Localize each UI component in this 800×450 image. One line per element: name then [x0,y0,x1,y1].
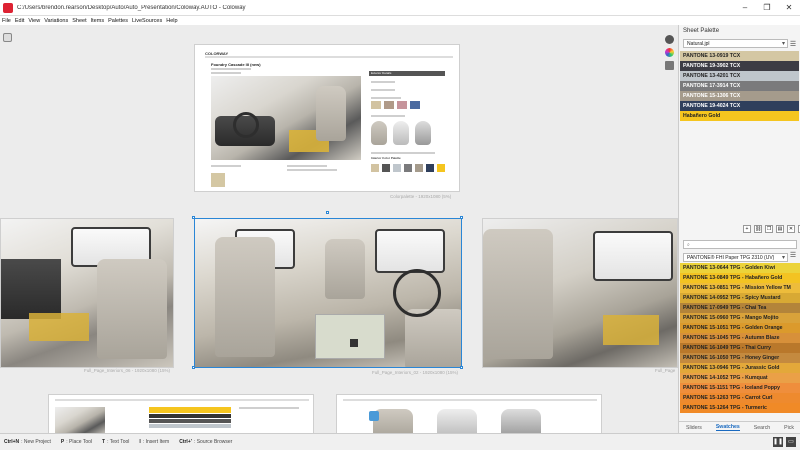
title-bar: C:/Users/brendon.rearson/Desktop/Auto/Au… [0,0,800,16]
layers-icon[interactable] [3,33,12,42]
sheet-color-item[interactable]: PANTONE 13-4201 TCX [680,71,799,81]
library-color-item[interactable]: PANTONE 15-1051 TPG - Golden Orange [680,323,800,333]
page-heading: Foundry Cascade III (new) [211,62,261,67]
shortcut-desc: : Source Browser [193,439,233,445]
menu-help[interactable]: Help [164,18,179,24]
present-icon[interactable]: ▭ [786,437,796,447]
library-color-item[interactable]: PANTONE 14-0952 TPG - Spicy Mustard [680,293,800,303]
resize-handle-tr[interactable] [460,216,463,219]
library-color-item[interactable]: PANTONE 17-0949 TPG - Chai Tea [680,303,800,313]
sheet-palette-panel: Sheet Palette Natural.jpl ☰ PANTONE 13-0… [678,25,800,433]
library-color-item[interactable]: PANTONE 15-1151 TPG - Iceland Poppy [680,383,800,393]
section-exterior-details: Exterior Details [371,71,392,75]
maximize-button[interactable]: ❐ [756,3,778,12]
spec-table-page[interactable] [48,394,314,433]
left-page-caption: Full_Page_Interiors_06 - 1920x1080 (15%) [84,368,171,373]
shortcut-key: I [139,439,141,445]
right-page-caption: Full_Page [655,368,676,373]
shortcut-key: P [60,439,65,445]
left-rail [0,25,14,433]
resize-handle-bl[interactable] [192,366,195,369]
library-color-item[interactable]: PANTONE 13-0946 TPG - Jurassic Gold [680,363,800,373]
library-search-input[interactable]: ⌕ [683,240,797,249]
resize-handle-tl[interactable] [192,216,195,219]
sheet-color-item[interactable]: PANTONE 19-4024 TCX [680,101,799,111]
tab-sliders[interactable]: Sliders [686,425,702,431]
library-dropdown[interactable]: PANTONE® FHI Paper TPG 2310 (UV) [683,253,788,262]
shortcut-key: Ctrl+N [4,439,20,445]
interior-page-left[interactable] [0,218,174,368]
shortcut-desc: : Insert Item [142,439,170,445]
status-bar: Ctrl+N: New Project P: Place Tool T: Tex… [0,433,800,450]
minimize-button[interactable]: – [734,3,756,12]
menu-edit[interactable]: Edit [13,18,26,24]
shortcut-desc: : New Project [21,439,51,445]
panel-tabs: Sliders Swatches Search Pick [679,421,800,433]
palette-dropdown[interactable]: Natural.jpl [683,39,788,48]
color-wheel-icon[interactable] [665,48,674,57]
center-page-caption: Full_Page_Interiors_02 - 1920x1080 (15%) [372,370,459,375]
menu-items[interactable]: Items [89,18,106,24]
link-icon[interactable]: ⛓ [754,225,762,233]
shortcut-desc: : Text Tool [107,439,130,445]
menu-livesources[interactable]: LiveSources [130,18,164,24]
sheet-color-item[interactable]: PANTONE 13-0919 TCX [680,51,799,61]
tab-pick[interactable]: Pick [784,425,794,431]
colorpalette-page[interactable]: COLORWAY Foundry Cascade III (new) Exter… [194,44,460,192]
canvas[interactable]: COLORWAY Foundry Cascade III (new) Exter… [0,25,678,433]
library-color-item[interactable]: PANTONE 15-0960 TPG - Mango Mojito [680,313,800,323]
sheet-color-item[interactable]: Habañero Gold [680,111,799,121]
seat-options-page[interactable] [336,394,602,433]
shortcut-desc: : Place Tool [66,439,92,445]
menu-palettes[interactable]: Palettes [106,18,130,24]
library-color-item[interactable]: PANTONE 13-0644 TPG - Golden Kiwi [680,263,800,273]
menu-view[interactable]: View [26,18,42,24]
palette-menu-icon[interactable]: ☰ [789,41,797,49]
search-icon: ⌕ [687,242,690,248]
library-color-item[interactable]: PANTONE 14-1052 TPG - Kumquat [680,373,800,383]
library-color-item[interactable]: PANTONE 13-0851 TPG - Mission Yellow TM [680,283,800,293]
section-interior-color-palette: Interior Color Palette [371,156,401,160]
library-color-item[interactable]: PANTONE 15-1263 TPG - Carrot Curl [680,393,800,403]
delete-icon[interactable]: ✕ [787,225,795,233]
gear-icon[interactable] [665,35,674,44]
library-color-item[interactable]: PANTONE 15-1264 TPG - Turmeric [680,403,800,413]
menu-sheet[interactable]: Sheet [70,18,88,24]
sheet-color-item[interactable]: PANTONE 15-1306 TCX [680,91,799,101]
shortcut-key: Ctrl+' [179,439,192,445]
library-color-item[interactable]: PANTONE 16-1049 TPG - Thai Curry [680,343,800,353]
interior-page-right[interactable] [482,218,678,368]
add-color-icon[interactable]: + [743,225,751,233]
close-button[interactable]: ✕ [778,3,800,12]
library-color-item[interactable]: PANTONE 16-1050 TPG - Honey Ginger [680,353,800,363]
top-page-caption: Colorpalette - 1920x1080 (5%) [390,194,452,199]
app-logo-icon [3,2,13,13]
library-menu-icon[interactable]: ☰ [789,252,797,260]
selection-box [194,218,462,368]
sheet-color-item[interactable]: PANTONE 17-3914 TCX [680,81,799,91]
library-color-item[interactable]: PANTONE 15-1045 TPG - Autumn Blaze [680,333,800,343]
sheet-color-item[interactable]: PANTONE 19-3902 TCX [680,61,799,71]
shortcut-key: T [102,439,106,445]
menu-file[interactable]: File [0,18,13,24]
menu-bar: File Edit View Variations Sheet Items Pa… [0,16,800,25]
copy-icon[interactable]: ❐ [765,225,773,233]
panel-title: Sheet Palette [683,28,720,34]
menu-variations[interactable]: Variations [42,18,70,24]
interior-thumbnail [211,76,361,160]
tab-swatches[interactable]: Swatches [715,424,740,431]
resize-handle-br[interactable] [460,366,463,369]
library-color-item[interactable]: PANTONE 13-0849 TPG - Habañero Gold [680,273,800,283]
window-title: C:/Users/brendon.rearson/Desktop/Auto/Au… [17,4,246,11]
pause-icon[interactable]: ❚❚ [773,437,783,447]
paste-icon[interactable]: ▤ [776,225,784,233]
library-color-list: PANTONE 13-0644 TPG - Golden Kiwi PANTON… [679,263,800,413]
image-icon[interactable] [665,61,674,70]
tab-search[interactable]: Search [754,425,770,431]
rotate-handle[interactable] [326,211,329,214]
sheet-color-list: PANTONE 13-0919 TCX PANTONE 19-3902 TCX … [679,51,800,121]
